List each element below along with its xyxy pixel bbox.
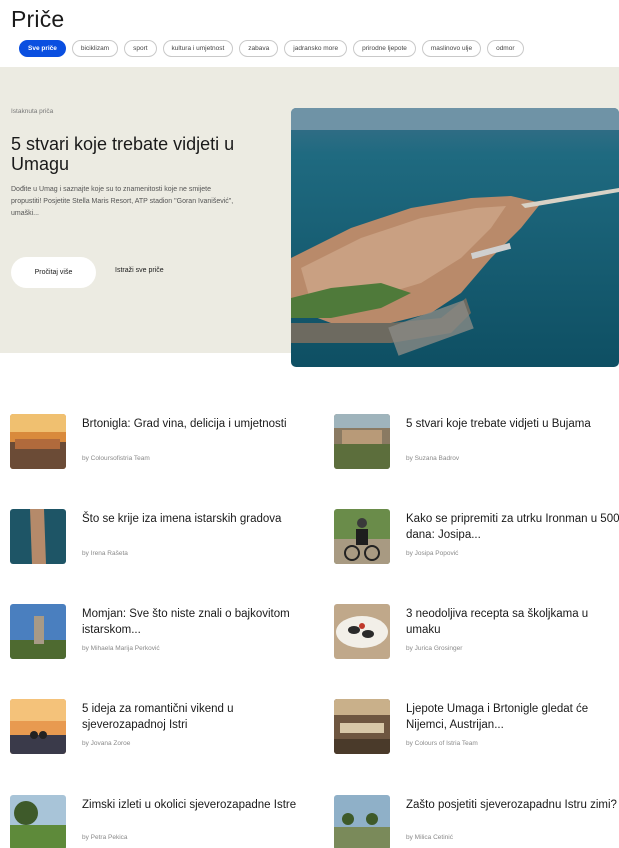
story-title[interactable]: Ljepote Umaga i Brtonigle gledat će Nije… [406,701,619,733]
story-author: by Jovana Zoroe [82,740,131,747]
story-title[interactable]: 5 stvari koje trebate vidjeti u Bujama [406,416,619,432]
story-card[interactable]: Brtonigla: Grad vina, delicija i umjetno… [10,414,300,474]
story-title[interactable]: Što se krije iza imena istarskih gradova [82,511,297,527]
story-card[interactable]: Što se krije iza imena istarskih gradova… [10,509,300,569]
story-author: by Milica Cetinić [406,834,453,841]
story-card[interactable]: 5 ideja za romantični vikend u sjeveroza… [10,699,300,759]
story-thumbnail[interactable] [334,604,390,659]
story-thumbnail[interactable] [334,795,390,848]
story-card[interactable]: Momjan: Sve što niste znali o bajkovitom… [10,604,300,664]
story-author: by Petra Pekica [82,834,128,841]
story-card[interactable]: 3 neodoljiva recepta sa školjkama u umak… [334,604,619,664]
story-title[interactable]: Zašto posjetiti sjeverozapadnu Istru zim… [406,797,619,813]
story-thumbnail[interactable] [10,414,66,469]
story-card[interactable]: 5 stvari koje trebate vidjeti u Bujama b… [334,414,619,474]
story-thumbnail[interactable] [10,699,66,754]
story-title[interactable]: 5 ideja za romantični vikend u sjeveroza… [82,701,297,733]
story-author: by Colours of Istria Team [406,740,478,747]
story-author: by Jurica Grosinger [406,645,463,652]
story-title[interactable]: Zimski izleti u okolici sjeverozapadne I… [82,797,297,813]
story-author: by Josipa Popović [406,550,459,557]
story-title[interactable]: Brtonigla: Grad vina, delicija i umjetno… [82,416,297,432]
story-author: by Mihaela Marija Perković [82,645,160,652]
story-author: by Coloursofistria Team [82,455,150,462]
story-card[interactable]: Zimski izleti u okolici sjeverozapadne I… [10,795,300,848]
story-thumbnail[interactable] [334,699,390,754]
story-card[interactable]: Zašto posjetiti sjeverozapadnu Istru zim… [334,795,619,848]
story-thumbnail[interactable] [334,509,390,564]
stories-list: Brtonigla: Grad vina, delicija i umjetno… [0,0,619,848]
story-title[interactable]: Momjan: Sve što niste znali o bajkovitom… [82,606,297,638]
story-author: by Suzana Badrov [406,455,460,462]
story-card[interactable]: Ljepote Umaga i Brtonigle gledat će Nije… [334,699,619,759]
story-thumbnail[interactable] [10,509,66,564]
story-thumbnail[interactable] [10,604,66,659]
story-author: by Irena Rašeta [82,550,128,557]
story-title[interactable]: 3 neodoljiva recepta sa školjkama u umak… [406,606,619,638]
story-thumbnail[interactable] [334,414,390,469]
story-thumbnail[interactable] [10,795,66,848]
story-title[interactable]: Kako se pripremiti za utrku Ironman u 50… [406,511,619,543]
story-card[interactable]: Kako se pripremiti za utrku Ironman u 50… [334,509,619,569]
